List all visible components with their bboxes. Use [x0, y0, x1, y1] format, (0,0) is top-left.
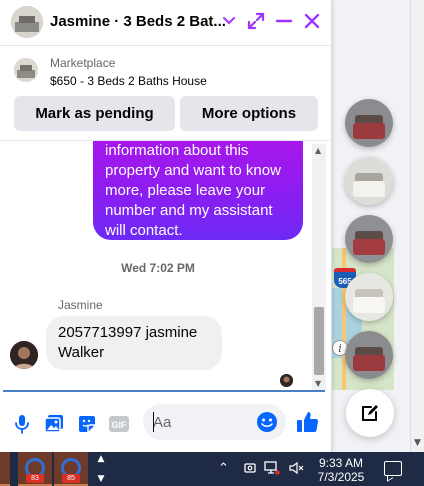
emoji-icon[interactable] [256, 411, 278, 433]
chat-head-1[interactable] [345, 99, 393, 147]
system-clock[interactable]: 9:33 AM 7/3/2025 [312, 456, 370, 484]
listing-title: $650 - 3 Beds 2 Baths House [50, 74, 207, 88]
volume-muted-icon[interactable] [288, 461, 304, 479]
network-icon[interactable] [264, 461, 280, 479]
close-button[interactable] [299, 8, 325, 34]
page-scrollbar[interactable]: ▼ [410, 0, 424, 452]
app-badge: 83 [26, 474, 44, 483]
mark-as-pending-button[interactable]: Mark as pending [14, 96, 175, 131]
chat-scrollbar[interactable]: ▲ ▼ [312, 144, 326, 390]
expand-icon [247, 12, 265, 30]
listing-thumbnail [14, 58, 38, 82]
expand-button[interactable] [243, 8, 269, 34]
camera-icon[interactable] [243, 461, 257, 479]
taskbar-app-edge[interactable] [0, 452, 10, 486]
taskbar-scroll[interactable]: ▲ ▼ [94, 452, 108, 486]
clock-date: 7/3/2025 [317, 470, 365, 484]
gif-icon[interactable]: GIF [107, 412, 131, 436]
new-message-button[interactable] [346, 389, 394, 437]
incoming-message-bubble[interactable]: 2057713997 jasmine Walker [46, 316, 222, 370]
scrollbar-thumb[interactable] [314, 307, 324, 375]
scroll-up-arrow-icon[interactable]: ▲ [315, 146, 321, 155]
sticker-icon[interactable] [75, 412, 99, 436]
microphone-icon[interactable] [10, 412, 34, 436]
chevron-up-icon[interactable]: ▲ [98, 454, 105, 464]
more-options-button[interactable]: More options [180, 96, 318, 131]
chat-header: Jasmine · 3 Beds 2 Bat... [0, 0, 332, 46]
photo-icon[interactable] [42, 412, 66, 436]
message-input[interactable] [153, 404, 253, 440]
sender-name: Jasmine [58, 298, 103, 312]
scroll-down-arrow-icon[interactable]: ▼ [414, 438, 421, 448]
message-input-box[interactable] [143, 404, 286, 440]
tray-chevron-up-icon[interactable]: ⌃ [218, 461, 229, 476]
marketplace-listing-banner[interactable]: Marketplace $650 - 3 Beds 2 Baths House [0, 46, 332, 96]
chevron-down-icon[interactable]: ▼ [98, 474, 105, 484]
taskbar-app-1[interactable]: 83 [18, 452, 52, 486]
chat-head-5[interactable] [345, 331, 393, 379]
message-list[interactable]: information about this property and want… [0, 141, 332, 390]
chat-title[interactable]: Jasmine · 3 Beds 2 Bat... [50, 13, 226, 30]
chat-menu-button[interactable] [216, 8, 242, 34]
chevron-down-icon [223, 17, 235, 25]
app-badge: 85 [62, 474, 80, 483]
scroll-down-arrow-icon[interactable]: ▼ [315, 379, 321, 388]
composer-bar: GIF [0, 392, 332, 452]
like-icon[interactable] [296, 410, 320, 434]
chat-avatar[interactable] [11, 6, 43, 38]
compose-icon [362, 405, 378, 421]
close-icon [304, 13, 320, 29]
sender-avatar[interactable] [10, 341, 38, 369]
clock-time: 9:33 AM [318, 456, 364, 470]
message-timestamp: Wed 7:02 PM [121, 261, 195, 275]
chat-head-2[interactable] [345, 157, 393, 205]
chat-window: Jasmine · 3 Beds 2 Bat... Marketplace $6… [0, 0, 332, 452]
minimize-icon [275, 19, 293, 23]
read-receipt-avatar [280, 374, 293, 387]
marketplace-label: Marketplace [50, 56, 116, 70]
taskbar-app-2[interactable]: 85 [54, 452, 88, 486]
minimize-button[interactable] [271, 8, 297, 34]
taskbar: 83 85 ▲ ▼ ⌃ 9:33 AM 7/3/2025 [0, 452, 424, 486]
svg-text:GIF: GIF [112, 420, 128, 430]
chat-head-3[interactable] [345, 215, 393, 263]
notification-icon[interactable] [384, 461, 402, 476]
outgoing-message-bubble[interactable]: information about this property and want… [93, 141, 303, 240]
text-caret [153, 412, 154, 432]
chat-head-4[interactable] [345, 273, 393, 321]
